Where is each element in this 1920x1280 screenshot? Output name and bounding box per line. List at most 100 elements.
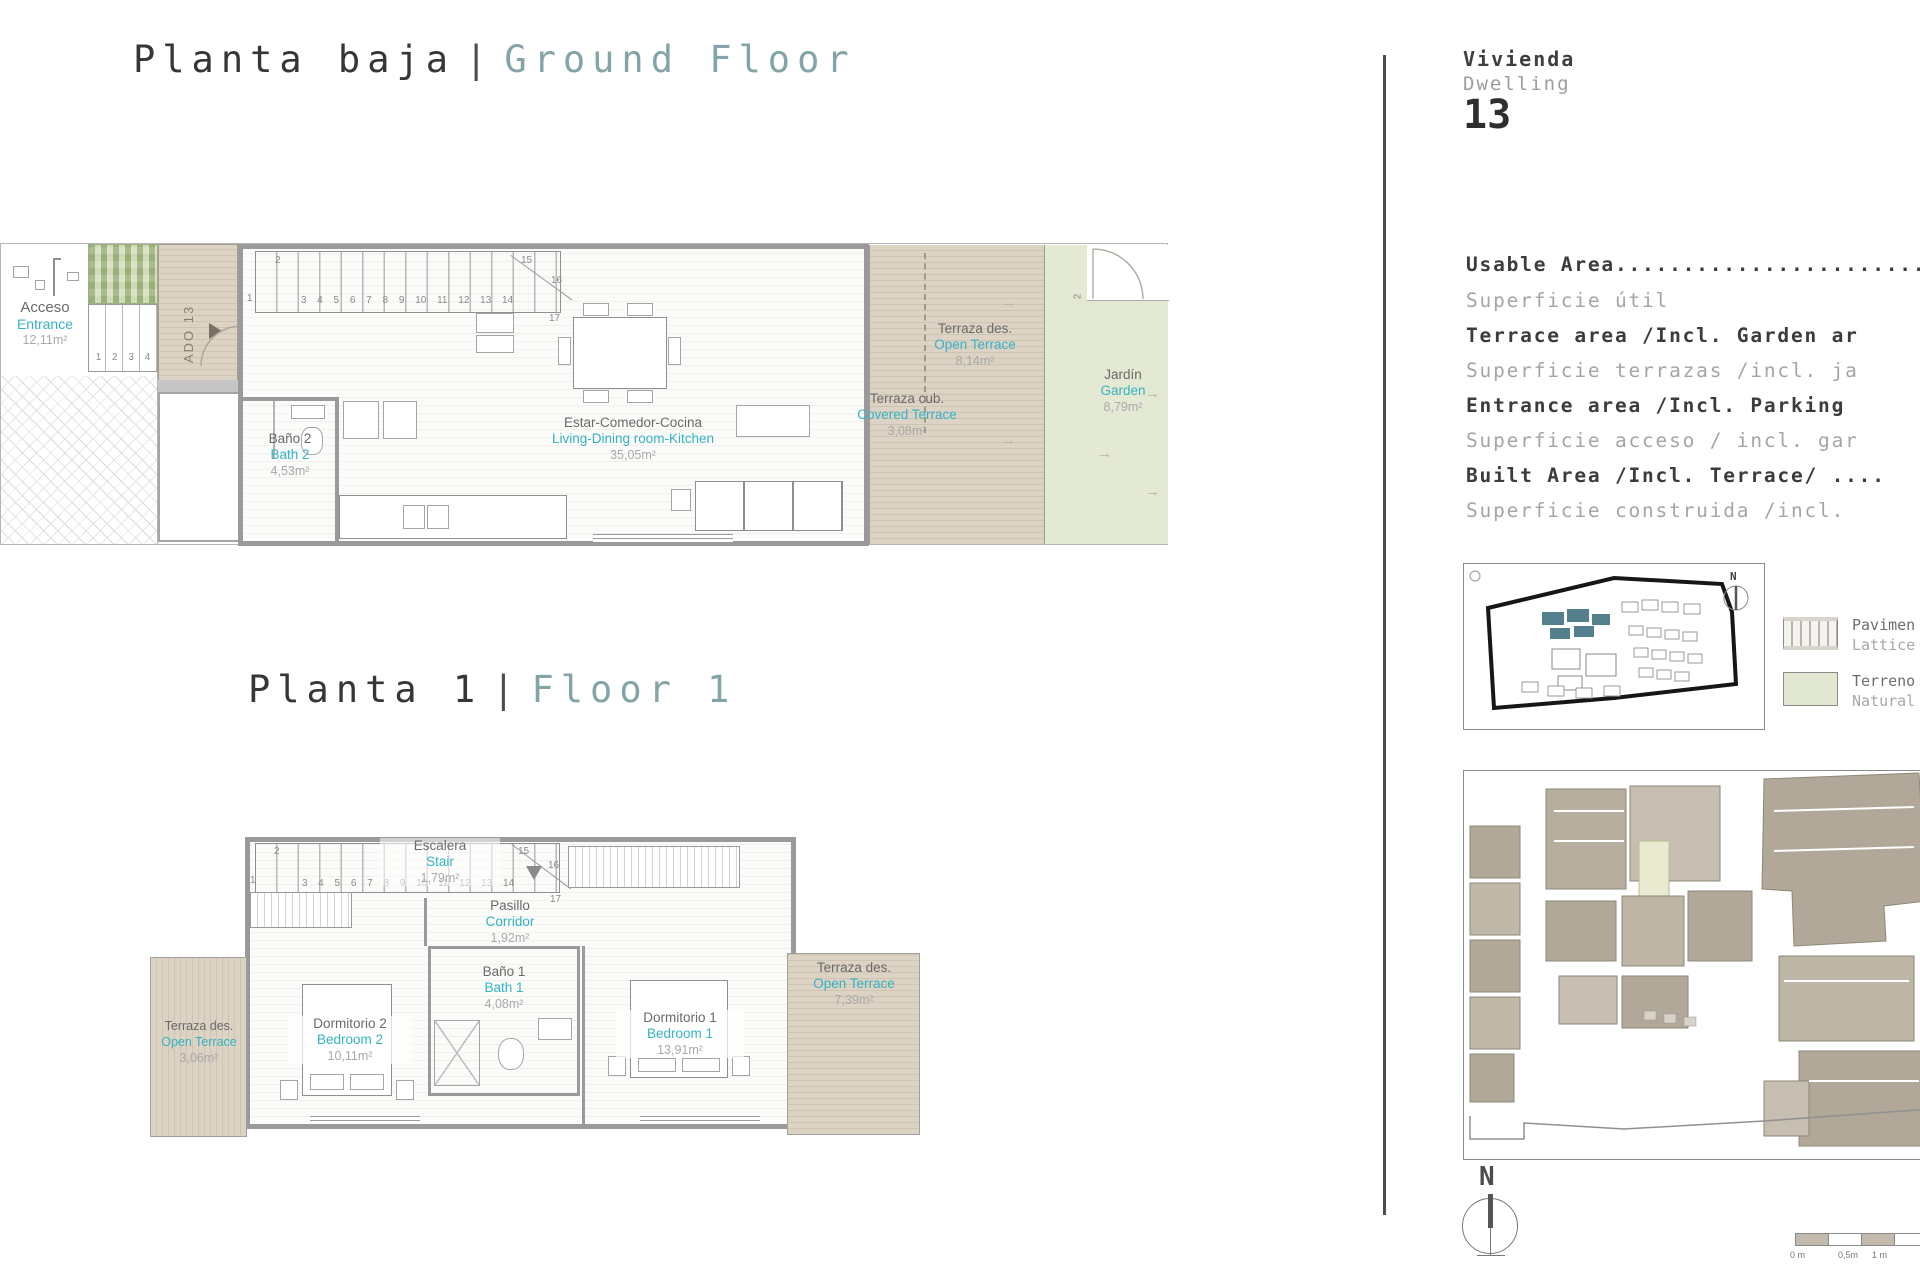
room-name-es: Dormitorio 2 xyxy=(313,1016,387,1031)
garden-door-arc xyxy=(1092,248,1144,300)
bath-sink xyxy=(291,405,325,419)
wall-segment xyxy=(582,946,585,1124)
floorplan-page: Planta baja | Ground Floor Planta 1 | Floor … xyxy=(0,0,1920,1280)
panel-divider xyxy=(1383,55,1386,1215)
kitchen-appliance xyxy=(476,313,514,333)
scale-segment xyxy=(1795,1233,1829,1246)
stair-mark: 15 xyxy=(518,846,530,857)
direction-arrow-icon: → xyxy=(1097,445,1112,462)
washer xyxy=(383,401,417,439)
wall-segment xyxy=(424,898,427,946)
title-separator: | xyxy=(492,668,522,711)
room-label-estar: Estar-Comedor-Cocina Living-Dining room-… xyxy=(533,415,733,463)
dwelling-number: 13 xyxy=(1463,92,1512,138)
room-area: 1,92m² xyxy=(490,931,530,945)
room-name-en: Entrance xyxy=(16,316,74,332)
chair xyxy=(583,303,609,316)
utility-room xyxy=(158,392,242,542)
stair-numbers: 3 4 5 6 7 8 9 10 11 12 13 14 xyxy=(300,295,514,306)
wall-segment xyxy=(243,397,339,401)
spec-entrance-area-es: Superficie acceso / incl. gar xyxy=(1466,429,1859,452)
nightstand xyxy=(280,1080,298,1100)
svg-text:N: N xyxy=(1730,570,1737,583)
spec-terrace-area-es: Superficie terrazas /incl. ja xyxy=(1466,359,1859,382)
room-label-dorm2: Dormitorio 2 Bedroom 2 10,11m² xyxy=(288,1016,412,1064)
mini-site-plan-drawing: N xyxy=(1469,570,1749,711)
room-name-es: Terraza des. xyxy=(164,1019,234,1033)
gate-fixture xyxy=(67,272,79,281)
room-label-terraza-right: Terraza des. Open Terrace 7,39m² xyxy=(792,960,916,1008)
room-name-es: Dormitorio 1 xyxy=(643,1010,717,1025)
spec-terrace-area-en: Terrace area /Incl. Garden ar xyxy=(1466,324,1859,347)
stair-mark: 2 xyxy=(274,846,280,857)
chair xyxy=(627,303,653,316)
entry-step-numbers: 1 2 3 4 xyxy=(95,352,151,363)
room-label-dorm1: Dormitorio 1 Bedroom 1 13,91m² xyxy=(616,1010,744,1058)
paving-hatch xyxy=(1,376,157,544)
room-name-en: Living-Dining room-Kitchen xyxy=(551,431,715,446)
room-name-en: Covered Terrace xyxy=(857,407,957,422)
lattice-paving-patch xyxy=(88,244,158,304)
room-label-terraza-left: Terraza des. Open Terrace 3,06m² xyxy=(149,1018,249,1066)
compass-needle xyxy=(1488,1194,1493,1228)
side-table xyxy=(671,489,691,511)
spec-entrance-area-en: Entrance area /Incl. Parking xyxy=(1466,394,1846,417)
room-name-en: Open Terrace xyxy=(934,337,1016,352)
terrace-left: Terraza des. Open Terrace 3,06m² xyxy=(150,957,247,1137)
floor1-plan: 3 4 5 6 7 8 9 10 11 12 13 14 2 1 15 16 1… xyxy=(120,835,920,1165)
floor1-title: Planta 1 | Floor 1 xyxy=(248,668,736,711)
window xyxy=(640,1116,760,1125)
legend-lattice-line1: Pavimen xyxy=(1852,616,1916,634)
passage-label: ADO 13 xyxy=(181,304,196,363)
room-name-en: Garden xyxy=(1100,383,1146,398)
room-area: 4,08m² xyxy=(484,997,524,1011)
toilet xyxy=(498,1038,524,1070)
room-name-es: Baño 1 xyxy=(482,964,526,979)
room-area: 12,11m² xyxy=(22,333,68,347)
room-area: 7,39m² xyxy=(834,993,874,1007)
legend-swatch-lattice xyxy=(1783,617,1838,650)
room-label-terraza-des: Terraza des. Open Terrace 8,14m² xyxy=(910,321,1040,369)
compass-needle-thin xyxy=(1490,1228,1491,1255)
room-label-bano1: Baño 1 Bath 1 4,08m² xyxy=(428,964,580,1012)
site-map-drawing xyxy=(1469,772,1920,1147)
nightstand xyxy=(396,1080,414,1100)
legend-natural-line2: Natural xyxy=(1852,692,1916,710)
entry-door-arc xyxy=(200,325,242,367)
room-name-es: Terraza cub. xyxy=(869,391,945,406)
chair xyxy=(668,337,681,365)
scale-segment xyxy=(1895,1233,1920,1246)
house-outline: 3 4 5 6 7 8 9 10 11 12 13 14 2 1 15 16 1… xyxy=(238,244,869,546)
scale-label-05: 0,5m xyxy=(1838,1250,1859,1260)
room-area: 8,79m² xyxy=(1103,400,1143,414)
pillow xyxy=(638,1058,676,1072)
terrace-right: Terraza des. Open Terrace 7,39m² xyxy=(787,953,920,1135)
room-name-en: Bedroom 2 xyxy=(316,1032,384,1047)
room-name-en: Stair xyxy=(426,854,454,869)
wardrobe xyxy=(568,846,740,888)
stair-mark: 2 xyxy=(275,255,281,266)
spec-built-area-en: Built Area /Incl. Terrace/ .... xyxy=(1466,464,1886,487)
spec-usable-area-es: Superficie útil xyxy=(1466,289,1670,312)
direction-arrow-icon: → xyxy=(1145,483,1160,500)
highlighted-unit xyxy=(1542,612,1564,625)
spec-built-area-es: Superficie construida /incl. xyxy=(1466,499,1846,522)
stair-mark: 16 xyxy=(551,275,563,286)
room-name-es: Estar-Comedor-Cocina xyxy=(563,415,703,430)
room-name-en: Corridor xyxy=(485,914,535,929)
room-label-escalera: Escalera Stair 1,79m² xyxy=(380,838,500,886)
room-name-en: Bedroom 1 xyxy=(646,1026,714,1041)
legend-lattice-line2: Lattice xyxy=(1852,636,1916,654)
chair xyxy=(558,337,571,365)
scale-label-0: 0 m xyxy=(1790,1250,1806,1260)
north-label: N xyxy=(1479,1162,1495,1192)
nightstand xyxy=(608,1056,626,1076)
stair-mark: 17 xyxy=(549,313,561,324)
scale-bar xyxy=(1795,1233,1920,1246)
spec-usable-area-en: Usable Area........................ xyxy=(1466,253,1920,276)
pillow xyxy=(350,1074,384,1090)
stair-mark: 15 xyxy=(521,255,533,266)
map-highlighted-unit xyxy=(1638,840,1670,904)
stair-mark: 16 xyxy=(548,860,560,871)
shower xyxy=(434,1020,480,1086)
